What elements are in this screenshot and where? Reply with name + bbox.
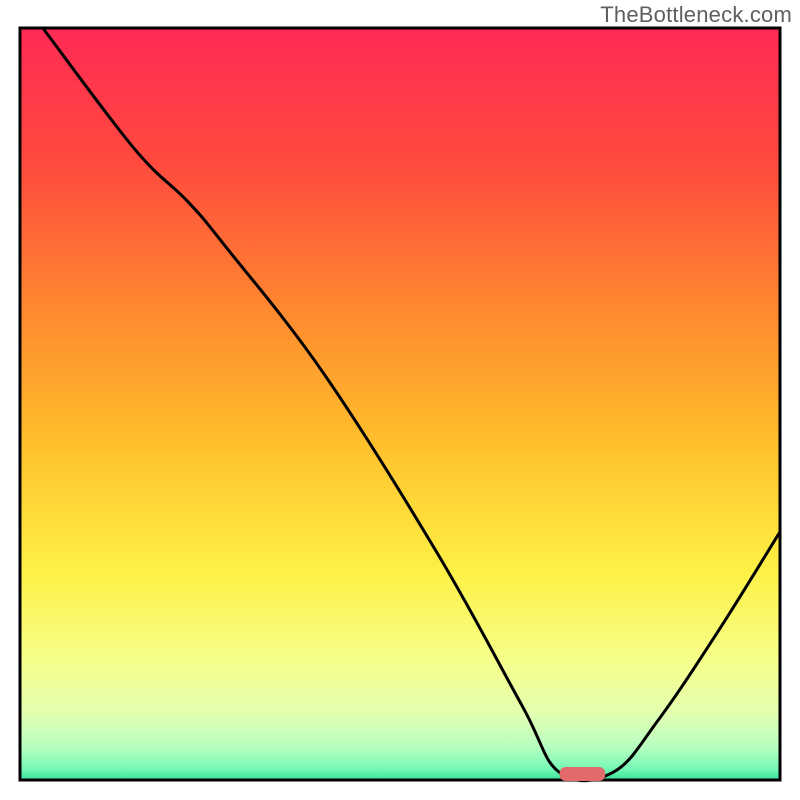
bottleneck-chart: [0, 0, 800, 800]
plot-background: [20, 28, 780, 780]
chart-frame: TheBottleneck.com: [0, 0, 800, 800]
optimal-range-marker: [560, 767, 606, 781]
